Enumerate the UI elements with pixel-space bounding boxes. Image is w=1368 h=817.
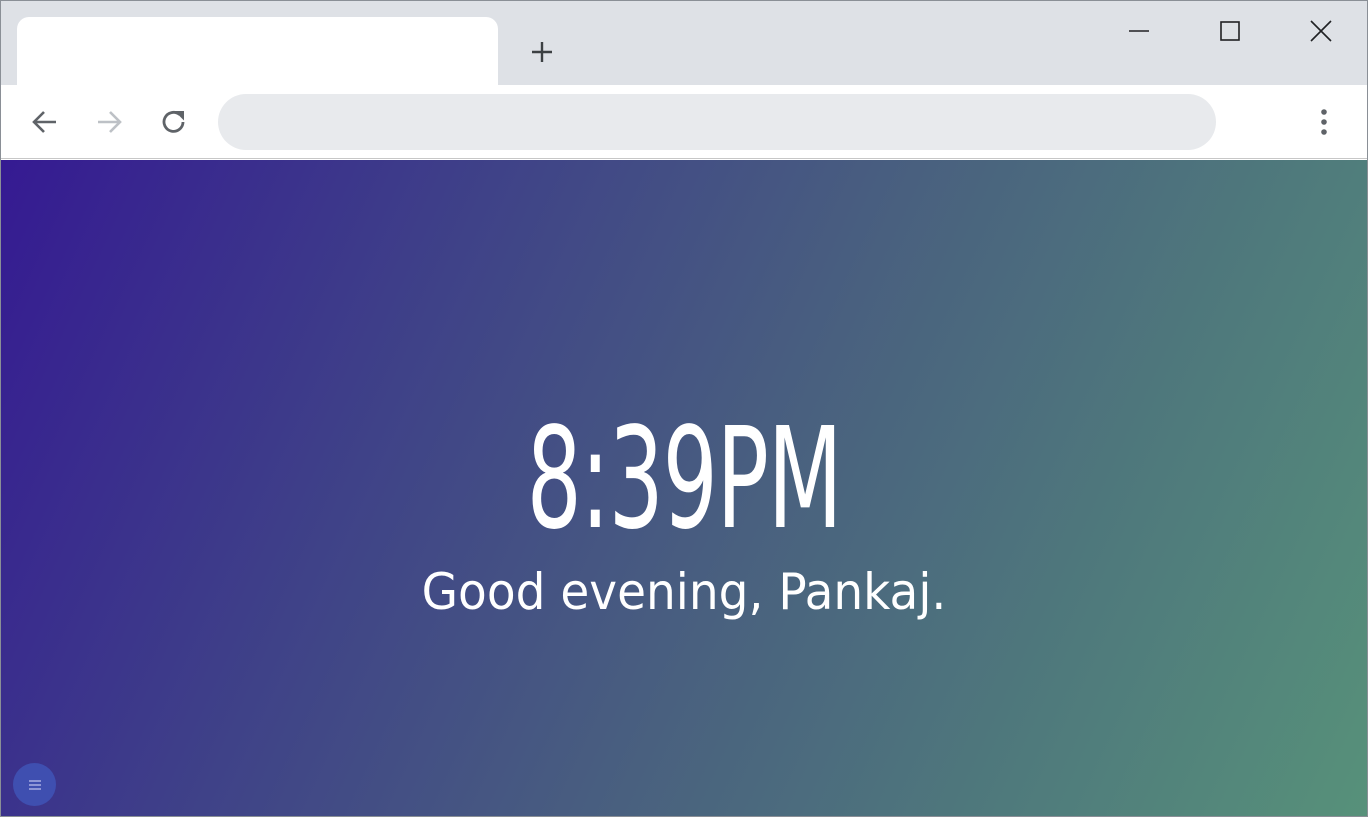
- reload-button[interactable]: [155, 103, 193, 141]
- browser-toolbar: [1, 85, 1367, 159]
- tab-strip: [1, 1, 1367, 87]
- greeting-text: Good evening, Pankaj.: [421, 563, 947, 621]
- address-bar[interactable]: [218, 94, 1216, 150]
- minimize-button[interactable]: [1117, 9, 1161, 53]
- minimize-icon: [1129, 30, 1149, 32]
- maximize-button[interactable]: [1208, 9, 1252, 53]
- maximize-icon: [1220, 21, 1240, 41]
- forward-button[interactable]: [90, 103, 128, 141]
- settings-menu-button[interactable]: [13, 763, 56, 806]
- hamburger-icon: [28, 779, 41, 790]
- clock-time: 8:39PM: [526, 398, 843, 561]
- new-tab-button[interactable]: [523, 33, 561, 71]
- vertical-dots-icon: [1321, 109, 1327, 135]
- close-icon: [1310, 20, 1332, 42]
- browser-window: 8:39PM Good evening, Pankaj.: [0, 0, 1368, 817]
- reload-icon: [162, 111, 185, 133]
- close-button[interactable]: [1299, 9, 1343, 53]
- browser-menu-button[interactable]: [1305, 103, 1343, 141]
- arrow-left-icon: [32, 111, 56, 133]
- new-tab-page: 8:39PM Good evening, Pankaj.: [1, 160, 1367, 816]
- back-button[interactable]: [26, 103, 64, 141]
- arrow-right-icon: [98, 111, 122, 133]
- browser-tab[interactable]: [17, 17, 498, 87]
- plus-icon: [532, 42, 552, 62]
